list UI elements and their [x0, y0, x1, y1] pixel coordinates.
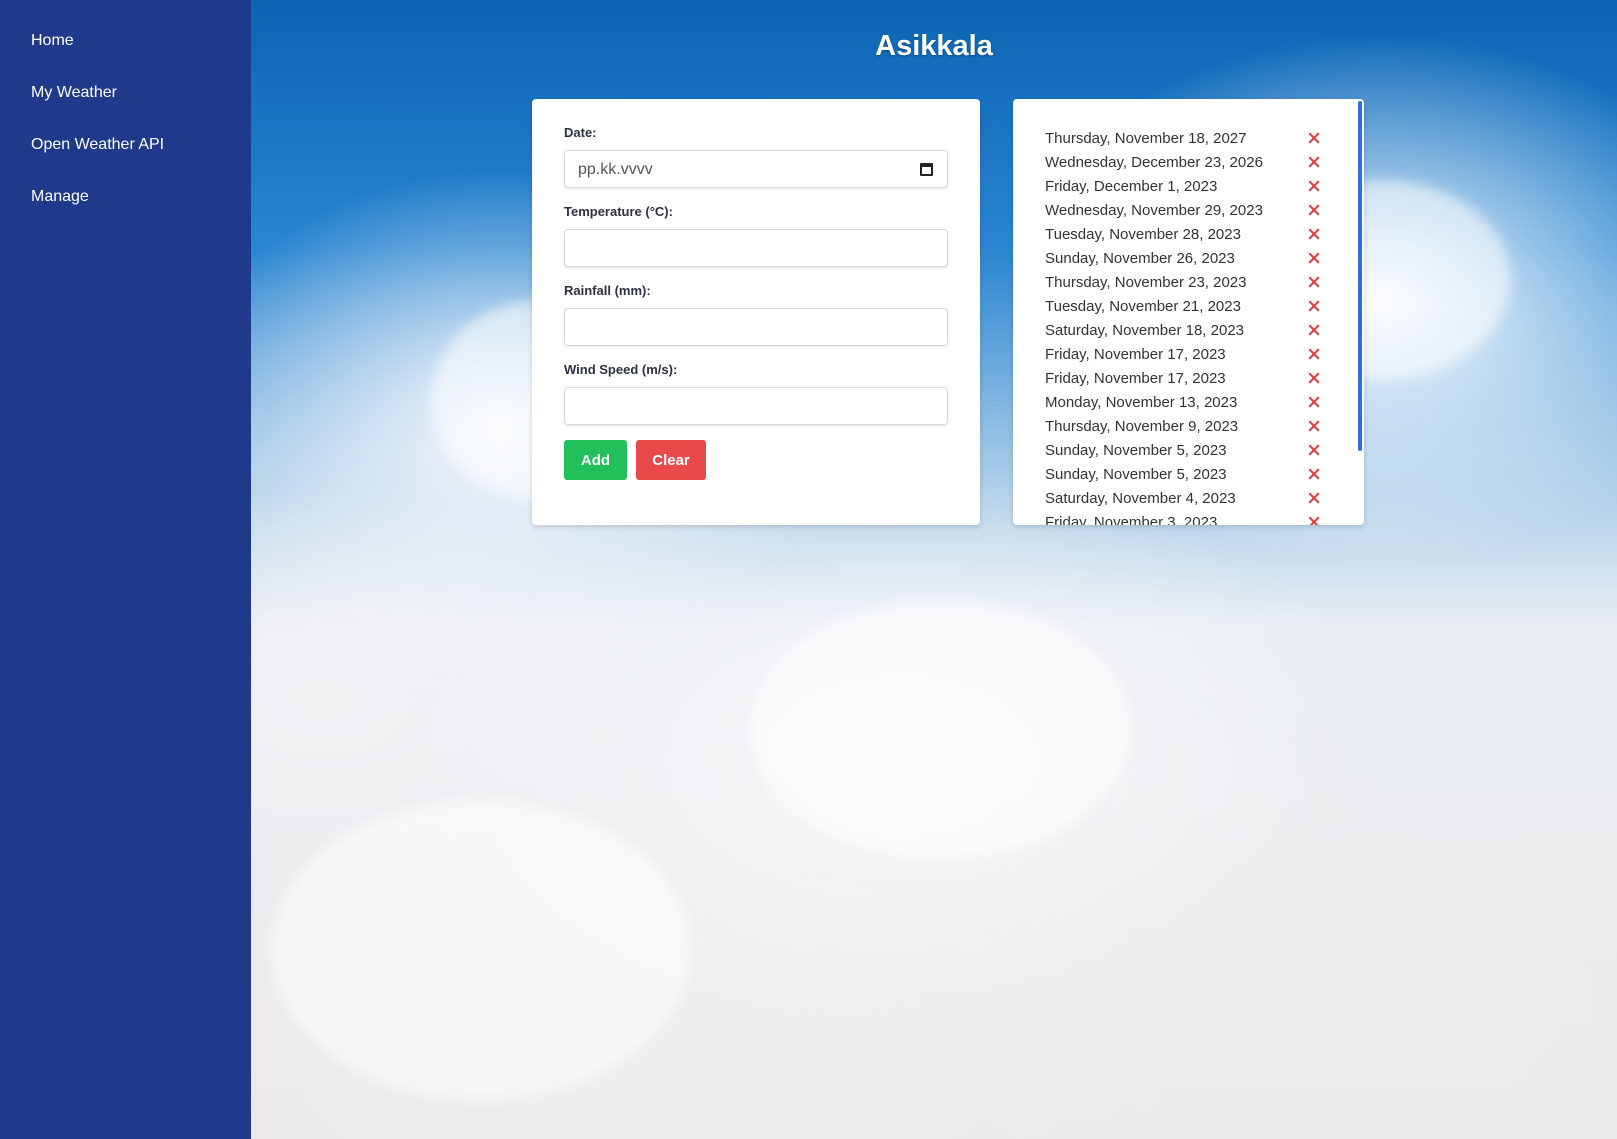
list-item: Monday, November 13, 2023 — [1045, 390, 1364, 414]
entry-date: Wednesday, December 23, 2026 — [1045, 153, 1263, 171]
list-item: Friday, November 17, 2023 — [1045, 366, 1364, 390]
entry-date: Saturday, November 4, 2023 — [1045, 489, 1236, 507]
sidebar: Home My Weather Open Weather API Manage — [0, 0, 251, 1139]
date-label: Date: — [564, 125, 597, 140]
nav-open-weather-api[interactable]: Open Weather API — [0, 119, 251, 171]
list-item: Tuesday, November 21, 2023 — [1045, 294, 1364, 318]
date-placeholder: pp.kk.vvvv — [578, 161, 653, 178]
list-item: Friday, December 1, 2023 — [1045, 174, 1364, 198]
cloud-shape — [271, 800, 691, 1100]
entry-date: Sunday, November 5, 2023 — [1045, 465, 1227, 483]
delete-icon[interactable] — [1307, 155, 1321, 169]
list-item: Sunday, November 5, 2023 — [1045, 462, 1364, 486]
date-field[interactable]: pp.kk.vvvv — [564, 150, 948, 188]
entries-list-body: Thursday, November 18, 2027 Wednesday, De… — [1013, 99, 1364, 526]
clear-button[interactable]: Clear — [636, 440, 706, 480]
entry-date: Thursday, November 9, 2023 — [1045, 417, 1239, 435]
page-title: Asikkala — [875, 30, 993, 62]
entry-date: Monday, November 13, 2023 — [1045, 393, 1238, 411]
rainfall-label: Rainfall (mm): — [564, 283, 651, 298]
delete-icon[interactable] — [1307, 419, 1321, 433]
entry-date: Friday, November 17, 2023 — [1045, 369, 1226, 387]
list-item: Sunday, November 5, 2023 — [1045, 438, 1364, 462]
entry-date: Sunday, November 26, 2023 — [1045, 249, 1235, 267]
add-button[interactable]: Add — [564, 440, 627, 480]
delete-icon[interactable] — [1307, 203, 1321, 217]
entry-date: Tuesday, November 21, 2023 — [1045, 297, 1241, 315]
entry-date: Friday, November 3, 2023 — [1045, 513, 1218, 526]
entry-date: Tuesday, November 28, 2023 — [1045, 225, 1241, 243]
entry-date: Friday, December 1, 2023 — [1045, 177, 1218, 195]
delete-icon[interactable] — [1307, 131, 1321, 145]
list-item: Wednesday, December 23, 2026 — [1045, 150, 1364, 174]
delete-icon[interactable] — [1307, 515, 1321, 525]
list-item: Sunday, November 26, 2023 — [1045, 246, 1364, 270]
delete-icon[interactable] — [1307, 347, 1321, 361]
list-item: Thursday, November 23, 2023 — [1045, 270, 1364, 294]
entry-date: Sunday, November 5, 2023 — [1045, 441, 1227, 459]
rainfall-field[interactable] — [564, 308, 948, 346]
main-content: Asikkala Date: pp.kk.vvvv Temperature (°… — [251, 0, 1617, 1139]
delete-icon[interactable] — [1307, 443, 1321, 457]
list-item: Friday, November 3, 2023 — [1045, 510, 1364, 526]
delete-icon[interactable] — [1307, 179, 1321, 193]
delete-icon[interactable] — [1307, 467, 1321, 481]
nav-my-weather[interactable]: My Weather — [0, 67, 251, 119]
calendar-icon[interactable] — [920, 163, 933, 176]
list-item: Saturday, November 18, 2023 — [1045, 318, 1364, 342]
entry-date: Thursday, November 18, 2027 — [1045, 129, 1247, 147]
temperature-field[interactable] — [564, 229, 948, 267]
list-item: Saturday, November 4, 2023 — [1045, 486, 1364, 510]
list-item: Friday, November 17, 2023 — [1045, 342, 1364, 366]
list-item: Wednesday, November 29, 2023 — [1045, 198, 1364, 222]
list-item: Thursday, November 9, 2023 — [1045, 414, 1364, 438]
delete-icon[interactable] — [1307, 323, 1321, 337]
list-item: Thursday, November 18, 2027 — [1045, 126, 1364, 150]
entry-date: Wednesday, November 29, 2023 — [1045, 201, 1263, 219]
delete-icon[interactable] — [1307, 275, 1321, 289]
temperature-label: Temperature (°C): — [564, 204, 673, 219]
scrollbar[interactable] — [1358, 101, 1362, 451]
entry-date: Saturday, November 18, 2023 — [1045, 321, 1245, 339]
list-item: Tuesday, November 28, 2023 — [1045, 222, 1364, 246]
delete-icon[interactable] — [1307, 251, 1321, 265]
delete-icon[interactable] — [1307, 227, 1321, 241]
delete-icon[interactable] — [1307, 371, 1321, 385]
nav-manage[interactable]: Manage — [0, 171, 251, 223]
delete-icon[interactable] — [1307, 491, 1321, 505]
delete-icon[interactable] — [1307, 395, 1321, 409]
entry-date: Thursday, November 23, 2023 — [1045, 273, 1247, 291]
entries-list[interactable]: Thursday, November 18, 2027 Wednesday, De… — [1013, 99, 1364, 525]
nav-home[interactable]: Home — [0, 15, 251, 67]
cloud-shape — [751, 600, 1131, 860]
entry-date: Friday, November 17, 2023 — [1045, 345, 1226, 363]
wind-speed-field[interactable] — [564, 387, 948, 425]
delete-icon[interactable] — [1307, 299, 1321, 313]
weather-form: Date: pp.kk.vvvv Temperature (°C): Rainf… — [532, 99, 980, 525]
wind-speed-label: Wind Speed (m/s): — [564, 362, 678, 377]
